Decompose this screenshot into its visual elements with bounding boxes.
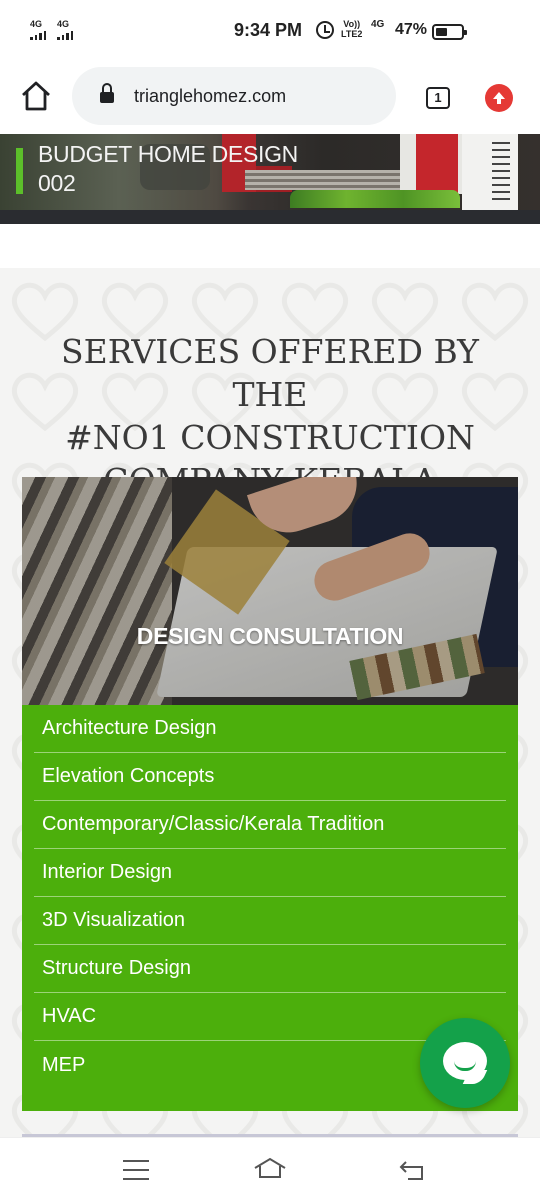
- service-list-item[interactable]: Elevation Concepts: [34, 753, 506, 801]
- hero-accent-bar: [16, 148, 23, 194]
- recents-icon[interactable]: [123, 1160, 149, 1180]
- back-icon[interactable]: [398, 1158, 428, 1187]
- service-list-item[interactable]: Structure Design: [34, 945, 506, 993]
- card-image[interactable]: DESIGN CONSULTATION: [22, 477, 518, 705]
- battery-icon: [432, 24, 467, 40]
- service-list-item[interactable]: 3D Visualization: [34, 897, 506, 945]
- volte-indicator: Vo)) LTE2: [341, 19, 362, 39]
- web-content: BUDGET HOME DESIGN 002 SERVICES OFFERED …: [0, 134, 540, 1137]
- service-list-item[interactable]: Contemporary/Classic/Kerala Tradition: [34, 801, 506, 849]
- signal-icon: 4G: [30, 20, 46, 40]
- volte-bottom: LTE2: [341, 29, 363, 39]
- signal-icon: 4G: [57, 20, 73, 40]
- service-card: DESIGN CONSULTATION Architecture Design E…: [22, 477, 518, 1111]
- service-list-item[interactable]: Architecture Design: [34, 705, 506, 753]
- hero-title-line1: BUDGET HOME DESIGN: [38, 141, 298, 167]
- volte-top: Vo)): [343, 19, 361, 29]
- home-icon[interactable]: [252, 1156, 288, 1185]
- address-bar[interactable]: trianglehomez.com: [72, 67, 396, 125]
- browser-toolbar: trianglehomez.com 1: [0, 62, 540, 134]
- clock: 9:34 PM: [234, 20, 303, 40]
- lock-icon: [100, 83, 114, 105]
- chat-icon[interactable]: [420, 1018, 510, 1108]
- home-icon[interactable]: [18, 78, 54, 114]
- card-title[interactable]: DESIGN CONSULTATION: [22, 623, 518, 650]
- network-type: 4G: [371, 19, 385, 30]
- services-section: SERVICES OFFERED BY THE #NO1 CONSTRUCTIO…: [0, 268, 540, 1137]
- heading-line2: #NO1 CONSTRUCTION: [65, 418, 475, 457]
- sim2-label: 4G: [57, 19, 70, 29]
- alarm-icon: [316, 21, 334, 39]
- heading-line1: SERVICES OFFERED BY THE: [61, 332, 479, 414]
- status-bar: 4G 4G 9:34 PM Vo)) LTE2 4G 47%: [0, 0, 540, 62]
- hero-banner[interactable]: BUDGET HOME DESIGN 002: [0, 134, 540, 224]
- hero-title[interactable]: BUDGET HOME DESIGN 002: [38, 140, 298, 198]
- update-icon[interactable]: [485, 84, 513, 112]
- system-nav-bar: [0, 1137, 540, 1200]
- url-text[interactable]: trianglehomez.com: [134, 86, 286, 107]
- hero-title-line2: 002: [38, 170, 76, 196]
- battery-percent: 47%: [395, 21, 428, 38]
- spacer: [0, 224, 540, 268]
- sim1-label: 4G: [30, 19, 43, 29]
- service-list-item[interactable]: Interior Design: [34, 849, 506, 897]
- tabs-icon[interactable]: 1: [426, 87, 450, 109]
- battery-fill: [436, 28, 447, 36]
